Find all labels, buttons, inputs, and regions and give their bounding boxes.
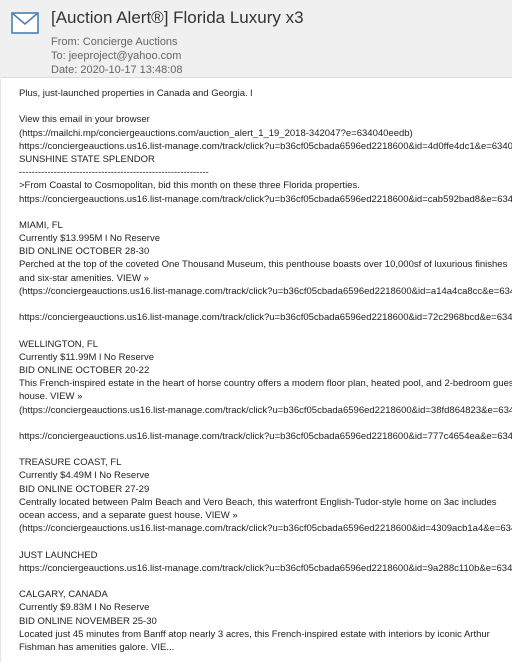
body-text-line: SUNSHINE STATE SPLENDOR: [19, 153, 155, 165]
body-link-line[interactable]: https://conciergeauctions.us16.list-mana…: [19, 562, 512, 575]
email-body-text: Plus, just-launched properties in Canada…: [1, 79, 512, 654]
body-text-line: Currently $13.995M l No Reserve: [19, 233, 160, 245]
email-date: Date: 2020-10-17 13:48:08: [51, 64, 183, 76]
body-text-line: Located just 45 minutes from Banff atop …: [19, 628, 490, 640]
body-text-line: View this email in your browser: [19, 114, 150, 126]
body-text-line: [19, 298, 512, 311]
body-text-line: BID ONLINE OCTOBER 27-29: [19, 483, 150, 495]
email-body: Plus, just-launched properties in Canada…: [0, 79, 512, 662]
body-link-line[interactable]: https://conciergeauctions.us16.list-mana…: [19, 193, 512, 206]
body-text-line: Fishman has amenities galore. VIE...: [19, 641, 175, 653]
email-header: [Auction Alert®] Florida Luxury x3 From:…: [0, 0, 512, 78]
body-text-line: Perched at the top of the coveted One Th…: [19, 259, 508, 271]
body-text-line: BID ONLINE OCTOBER 20-22: [19, 364, 150, 376]
body-text-line: ----------------------------------------…: [19, 167, 209, 179]
body-text-line: TREASURE COAST, FL: [19, 457, 122, 469]
body-text-line: [19, 443, 512, 456]
body-text-line: MIAMI, FL: [19, 219, 63, 231]
body-link-line[interactable]: https://conciergeauctions.us16.list-mana…: [19, 430, 512, 443]
email-to: To: jeeproject@yahoo.com: [51, 50, 182, 62]
body-link-line[interactable]: https://conciergeauctions.us16.list-mana…: [19, 140, 512, 153]
body-text-line: Centrally located between Palm Beach and…: [19, 496, 497, 508]
body-text-line: [19, 100, 512, 113]
email-from: From: Concierge Auctions: [51, 36, 178, 48]
body-text-line: JUST LAUNCHED: [19, 549, 98, 561]
body-link-line[interactable]: https://conciergeauctions.us16.list-mana…: [19, 311, 512, 324]
body-text-line: This French-inspired estate in the heart…: [19, 378, 512, 390]
body-text-line: ocean access, and a separate guest house…: [19, 510, 238, 521]
body-link-line[interactable]: (https://mailchi.mp/conciergeauctions.co…: [19, 127, 512, 140]
body-text-line: [19, 575, 512, 588]
body-text-line: [19, 417, 512, 430]
body-text-line: BID ONLINE OCTOBER 28-30: [19, 246, 150, 258]
body-text-line: Plus, just-launched properties in Canada…: [19, 88, 253, 99]
body-text-line: [19, 324, 512, 337]
body-text-line: house. VIEW »: [19, 391, 83, 403]
body-text-line: [19, 206, 512, 219]
body-text-line: Currently $9.83M l No Reserve: [19, 602, 150, 614]
body-text-line: WELLINGTON, FL: [19, 338, 99, 350]
body-link-line[interactable]: (https://conciergeauctions.us16.list-man…: [19, 522, 512, 535]
body-text-line: and six-star amenities. VIEW »: [19, 272, 149, 284]
body-link-line[interactable]: (https://conciergeauctions.us16.list-man…: [19, 404, 512, 417]
envelope-icon: [11, 12, 39, 34]
body-text-line: CALGARY, CANADA: [19, 589, 108, 601]
body-text-line: Currently $11.99M l No Reserve: [19, 351, 154, 363]
email-subject: [Auction Alert®] Florida Luxury x3: [51, 8, 304, 27]
body-text-line: [19, 535, 512, 548]
body-text-line: BID ONLINE NOVEMBER 25-30: [19, 615, 157, 627]
body-text-line: >From Coastal to Cosmopolitan, bid this …: [19, 180, 360, 192]
body-link-line[interactable]: (https://conciergeauctions.us16.list-man…: [19, 285, 512, 298]
body-text-line: Currently $4.49M l No Reserve: [19, 470, 150, 482]
